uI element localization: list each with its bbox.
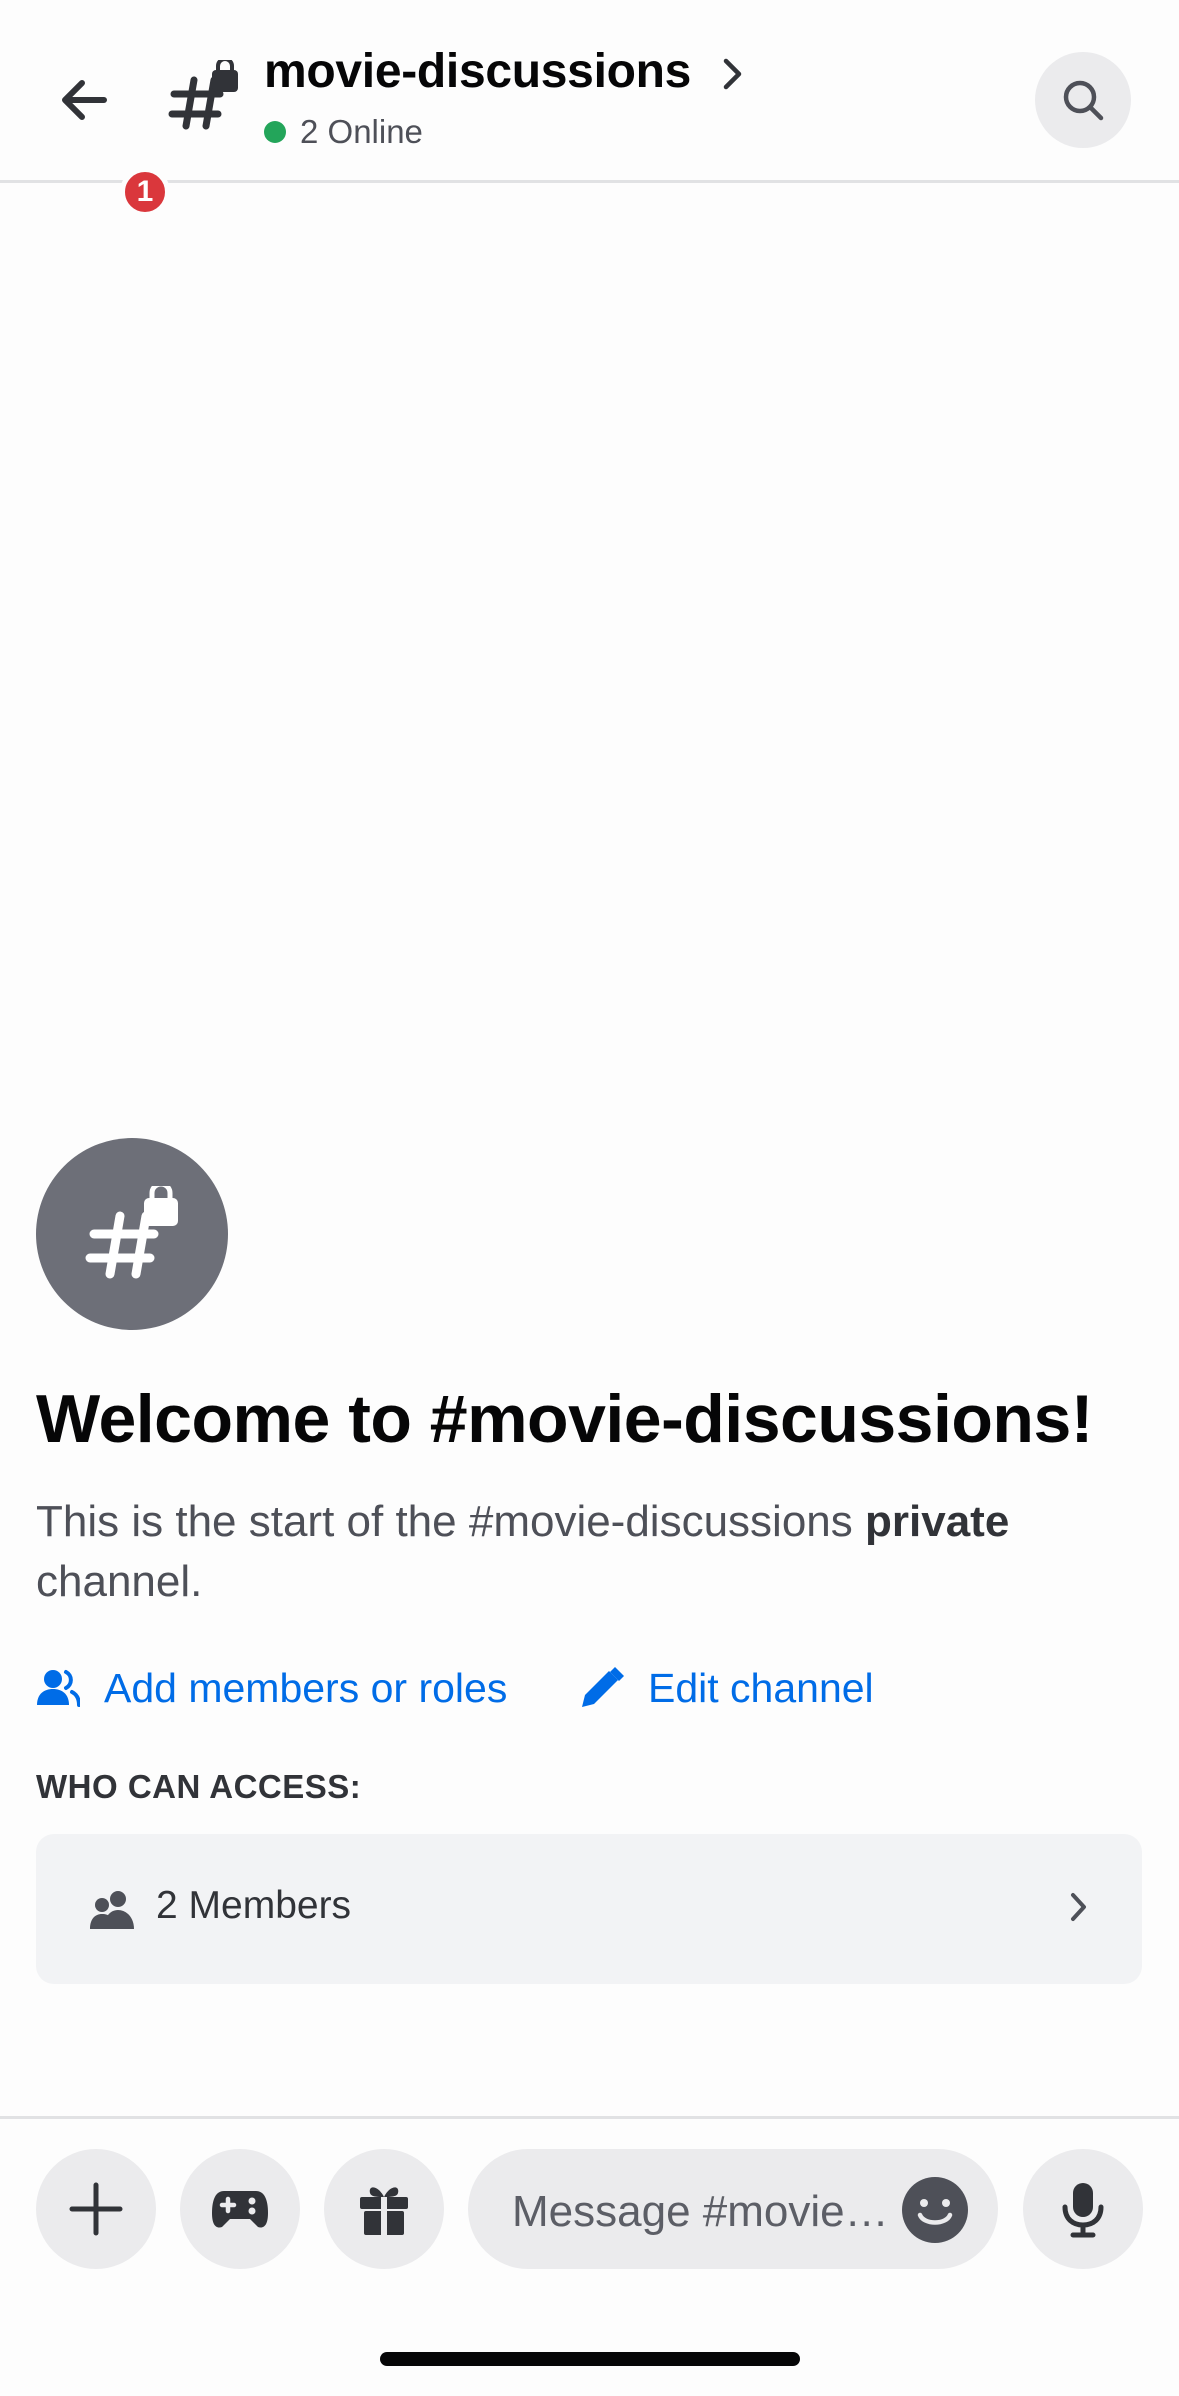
welcome-description-start: This is the start of the #movie-discussi… xyxy=(36,1497,865,1546)
chevron-right-icon[interactable] xyxy=(720,55,746,93)
welcome-description-bold: private xyxy=(865,1497,1010,1546)
members-row[interactable]: 2 Members xyxy=(36,1834,1142,1984)
channel-screen: 1 movie-discussions 2 Online Welcome to … xyxy=(0,0,1179,2396)
message-composer: Message #movie… xyxy=(0,2116,1179,2269)
add-members-label: Add members or roles xyxy=(104,1664,508,1711)
chevron-right-icon xyxy=(1071,1893,1086,1921)
message-input[interactable]: Message #movie… xyxy=(468,2149,998,2269)
gift-button[interactable] xyxy=(324,2149,444,2269)
emoji-button[interactable] xyxy=(902,2177,968,2243)
welcome-description-end: channel. xyxy=(36,1557,203,1606)
voice-message-button[interactable] xyxy=(1023,2149,1143,2269)
home-indicator[interactable] xyxy=(380,2352,800,2366)
search-icon xyxy=(1063,80,1104,121)
online-dot xyxy=(264,121,286,143)
welcome-title: Welcome to #movie-discussions! xyxy=(36,1381,1093,1457)
channel-header: 1 movie-discussions 2 Online xyxy=(0,0,1179,217)
who-can-access-label: WHO CAN ACCESS: xyxy=(36,1768,362,1805)
edit-channel-button[interactable]: Edit channel xyxy=(578,1660,874,1716)
person-add-icon xyxy=(37,1670,80,1707)
gift-icon xyxy=(360,2187,408,2235)
pencil-icon xyxy=(582,1667,624,1707)
search-button[interactable] xyxy=(1035,52,1131,148)
online-status: 2 Online xyxy=(264,112,423,152)
message-placeholder: Message #movie… xyxy=(512,2187,889,2236)
add-members-button[interactable]: Add members or roles xyxy=(36,1660,507,1716)
edit-channel-label: Edit channel xyxy=(648,1664,874,1711)
gamepad-icon xyxy=(212,2191,268,2228)
online-count: 2 Online xyxy=(300,113,423,150)
emoji-icon xyxy=(917,2199,953,2225)
hashtag-lock-icon xyxy=(85,1186,178,1279)
channel-title[interactable]: movie-discussions xyxy=(264,44,691,99)
notification-badge: 1 xyxy=(120,167,170,217)
people-icon xyxy=(90,1891,134,1929)
back-button[interactable]: 1 xyxy=(40,55,170,217)
members-count: 2 Members xyxy=(156,1884,352,1927)
hashtag-lock-icon xyxy=(168,60,238,130)
activities-button[interactable] xyxy=(180,2149,300,2269)
arrow-left-icon xyxy=(62,80,107,120)
microphone-icon xyxy=(1062,2183,1104,2238)
channel-avatar xyxy=(36,1138,228,1330)
plus-icon xyxy=(69,2182,123,2236)
attach-button[interactable] xyxy=(36,2149,156,2269)
welcome-description: This is the start of the #movie-discussi… xyxy=(36,1492,1136,1612)
